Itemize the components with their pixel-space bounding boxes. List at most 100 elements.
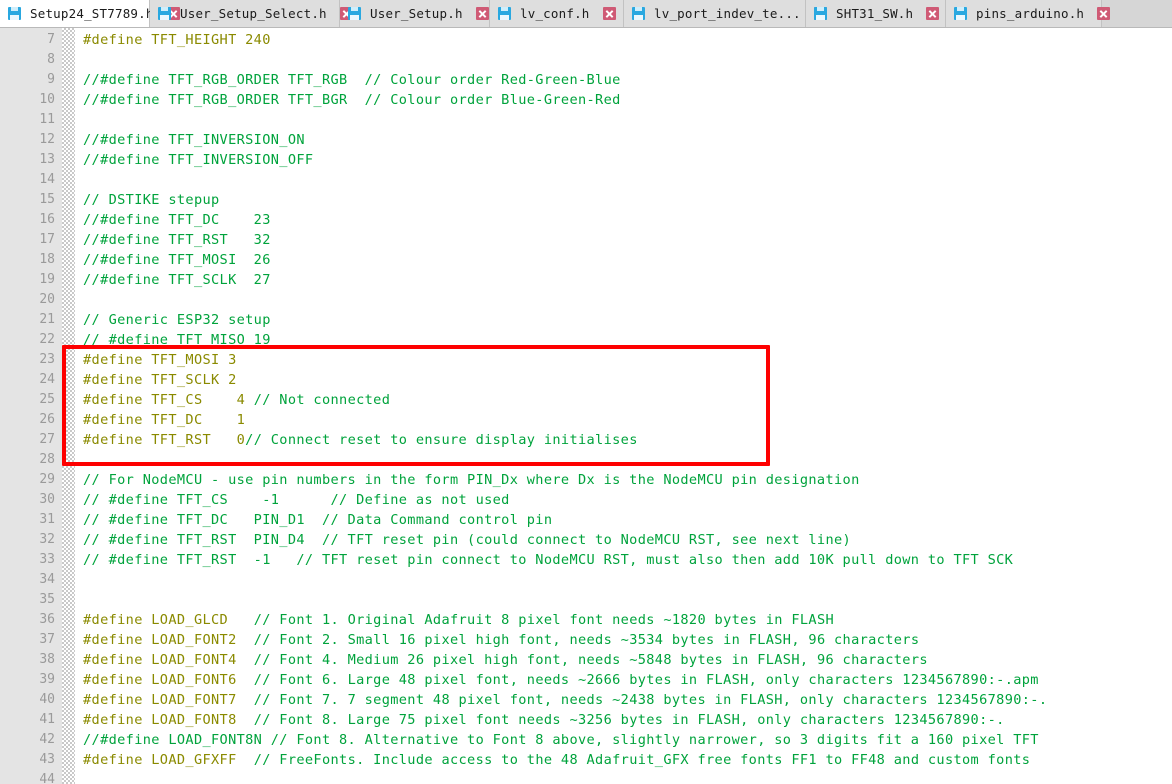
code-line[interactable]: //#define TFT_RGB_ORDER TFT_BGR // Colou… [83,90,1172,110]
line-number: 18 [39,252,55,267]
code-line[interactable]: // Generic ESP32 setup [83,310,1172,330]
editor-tab-label: lv_port_indev_te... [654,6,801,21]
code-keyword: #define LOAD_FONT8 [83,712,254,728]
code-line[interactable]: #define LOAD_FONT8 // Font 8. Large 75 p… [83,710,1172,730]
editor-tab-2[interactable]: User_Setup.h [340,0,490,27]
close-x-icon[interactable] [1097,7,1111,20]
editor-tab-5[interactable]: SHT31_SW.h [806,0,946,27]
editor-tab-label: SHT31_SW.h [836,6,914,21]
editor-tab-6[interactable]: pins_arduino.h [946,0,1111,27]
code-editor-area[interactable]: 7 8 9 10 11 12 13 14 15 16 17 18 19 20 21 22 23 24 25 26 27 2… [0,28,1172,784]
line-number: 10 [39,92,55,107]
line-number: 25 [39,392,55,407]
code-keyword: #define TFT_CS 4 [83,392,254,408]
line-number: 38 [39,652,55,667]
line-number: 31 [39,512,55,527]
code-comment: // #define TFT_RST -1 // TFT reset pin c… [83,552,1014,568]
code-keyword: #define TFT_HEIGHT 240 [83,32,271,48]
line-number: 22 [39,332,55,347]
editor-tab-bar[interactable]: Setup24_ST7789.h User_Setup_Select.h User_… [0,0,1172,28]
code-comment: // Font 1. Original Adafruit 8 pixel fon… [253,612,835,628]
code-line[interactable] [83,170,1172,190]
code-comment: // Not connected [253,392,391,408]
code-line[interactable]: #define TFT_MOSI 3 [83,350,1172,370]
code-line[interactable]: //#define TFT_MOSI 26 [83,250,1172,270]
floppy-disk-icon [814,7,827,20]
code-line[interactable] [83,590,1172,610]
code-line[interactable]: #define TFT_DC 1 [83,410,1172,430]
code-line[interactable]: //#define TFT_RGB_ORDER TFT_RGB // Colou… [83,70,1172,90]
code-line[interactable]: //#define LOAD_FONT8N // Font 8. Alterna… [83,730,1172,750]
editor-tab-3[interactable]: lv_conf.h [490,0,624,27]
code-line[interactable] [83,570,1172,590]
code-keyword: #define LOAD_FONT6 [83,672,254,688]
code-line[interactable] [83,290,1172,310]
code-line[interactable]: //#define TFT_INVERSION_ON [83,130,1172,150]
line-number: 40 [39,692,55,707]
line-number: 23 [39,352,55,367]
floppy-disk-icon [954,7,967,20]
code-line[interactable] [83,770,1172,784]
code-line[interactable]: #define LOAD_FONT7 // Font 7. 7 segment … [83,690,1172,710]
code-line[interactable]: #define LOAD_FONT2 // Font 2. Small 16 p… [83,630,1172,650]
line-number: 41 [39,712,55,727]
editor-tab-4[interactable]: lv_port_indev_te... [624,0,827,27]
editor-tab-label: pins_arduino.h [976,6,1085,21]
code-line[interactable]: // #define TFT_RST -1 // TFT reset pin c… [83,550,1172,570]
editor-tab-0[interactable]: Setup24_ST7789.h [0,0,180,27]
line-number: 42 [39,732,55,747]
code-line[interactable] [83,50,1172,70]
code-line[interactable]: //#define TFT_SCLK 27 [83,270,1172,290]
code-comment: //#define TFT_INVERSION_OFF [83,152,314,168]
line-number: 28 [39,452,55,467]
code-comment: // DSTIKE stepup [83,192,220,208]
code-line[interactable]: #define TFT_CS 4 // Not connected [83,390,1172,410]
code-comment: //#define TFT_DC 23 [83,212,271,228]
line-number: 29 [39,472,55,487]
code-line[interactable] [83,110,1172,130]
code-line[interactable]: #define LOAD_FONT4 // Font 4. Medium 26 … [83,650,1172,670]
line-number: 12 [39,132,55,147]
close-x-icon[interactable] [602,7,616,20]
code-keyword: #define LOAD_GFXFF [83,752,254,768]
code-line[interactable]: //#define TFT_INVERSION_OFF [83,150,1172,170]
code-comment: // Font 7. 7 segment 48 pixel font, need… [253,692,1048,708]
close-x-icon[interactable] [926,7,940,20]
code-line[interactable]: //#define TFT_RST 32 [83,230,1172,250]
code-line[interactable]: //#define TFT_DC 23 [83,210,1172,230]
code-keyword: #define LOAD_GLCD [83,612,254,628]
fold-margin[interactable] [62,28,75,784]
code-comment: //#define TFT_SCLK 27 [83,272,271,288]
editor-tab-label: Setup24_ST7789.h [30,6,154,21]
code-line[interactable]: // #define TFT_MISO 19 [83,330,1172,350]
code-line[interactable]: #define LOAD_GLCD // Font 1. Original Ad… [83,610,1172,630]
code-keyword: #define LOAD_FONT7 [83,692,254,708]
line-number: 35 [39,592,55,607]
code-line[interactable]: // For NodeMCU - use pin numbers in the … [83,470,1172,490]
code-line[interactable]: // DSTIKE stepup [83,190,1172,210]
code-keyword: #define TFT_SCLK 2 [83,372,237,388]
floppy-disk-icon [632,7,645,20]
line-number: 39 [39,672,55,687]
line-number: 21 [39,312,55,327]
line-number: 37 [39,632,55,647]
close-x-icon[interactable] [475,7,489,20]
code-comment: //#define TFT_RGB_ORDER TFT_RGB // Colou… [83,72,621,88]
code-comment: // #define TFT_RST PIN_D4 // TFT reset p… [83,532,852,548]
code-line[interactable]: #define TFT_SCLK 2 [83,370,1172,390]
line-number: 33 [39,552,55,567]
code-line[interactable] [83,450,1172,470]
code-text-area[interactable]: #define TFT_HEIGHT 240 //#define TFT_RGB… [75,28,1172,784]
code-line[interactable]: #define TFT_HEIGHT 240 [83,30,1172,50]
code-line[interactable]: // #define TFT_RST PIN_D4 // TFT reset p… [83,530,1172,550]
code-comment: // FreeFonts. Include access to the 48 A… [253,752,1031,768]
code-line[interactable]: #define TFT_RST 0// Connect reset to ens… [83,430,1172,450]
line-number: 30 [39,492,55,507]
line-number: 32 [39,532,55,547]
code-line[interactable]: // #define TFT_CS -1 // Define as not us… [83,490,1172,510]
floppy-disk-icon [158,7,171,20]
code-line[interactable]: #define LOAD_GFXFF // FreeFonts. Include… [83,750,1172,770]
code-keyword: #define LOAD_FONT4 [83,652,254,668]
code-line[interactable]: // #define TFT_DC PIN_D1 // Data Command… [83,510,1172,530]
code-line[interactable]: #define LOAD_FONT6 // Font 6. Large 48 p… [83,670,1172,690]
